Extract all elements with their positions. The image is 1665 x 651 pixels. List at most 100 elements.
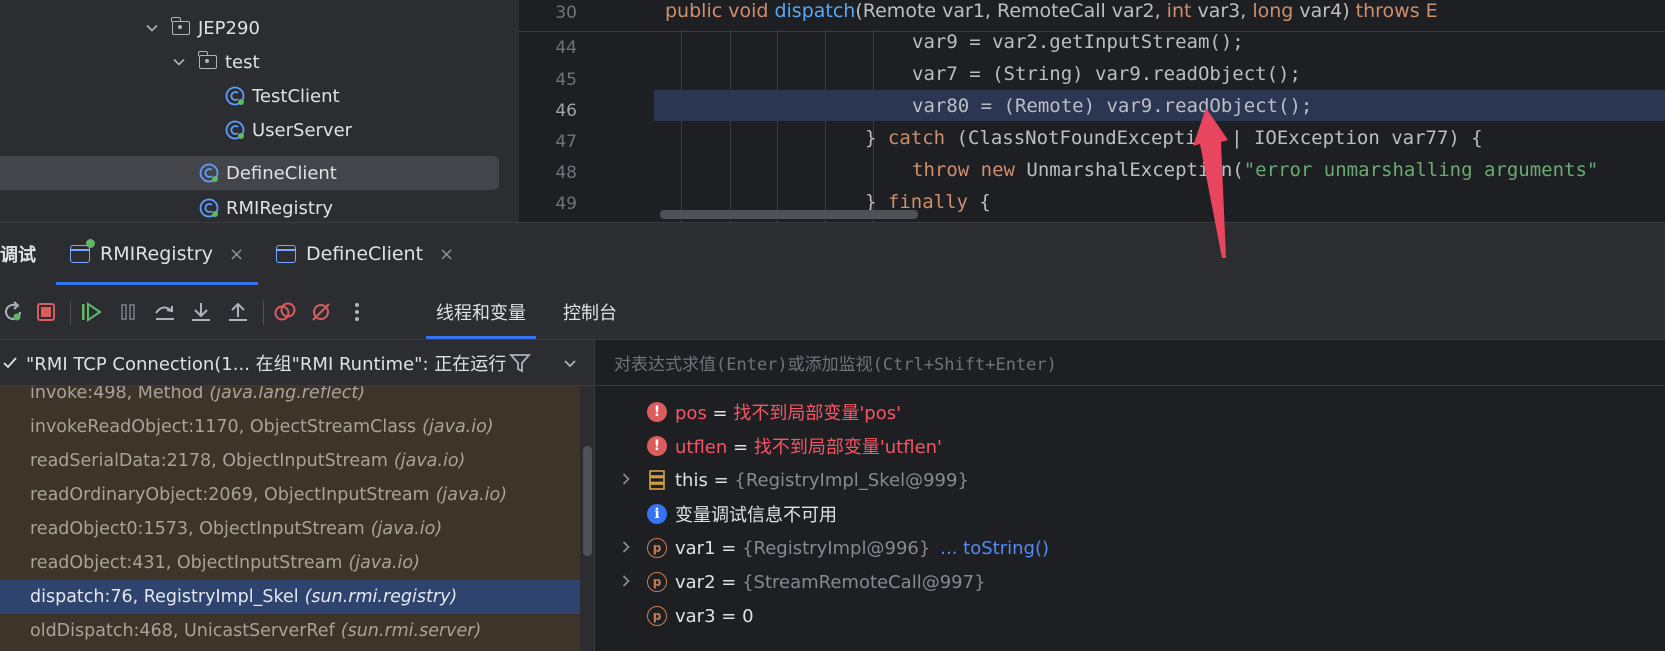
stop-icon[interactable] (33, 299, 59, 325)
line-number: 49 (555, 194, 577, 214)
tree-item-jep290[interactable]: JEP290 (144, 12, 260, 44)
variable-name: var3 (675, 605, 716, 627)
variable-value: {StreamRemoteCall@997} (742, 571, 986, 593)
line-number-gutter: 30 44 45 46 47 48 49 (519, 0, 654, 222)
java-class-icon (198, 197, 220, 219)
variable-equals: = (727, 437, 754, 458)
parameter-icon: p (647, 538, 667, 558)
tab-threads-variables[interactable]: 线程和变量 (426, 285, 536, 339)
chevron-down-icon[interactable] (562, 355, 578, 376)
thread-selector[interactable]: "RMI TCP Connection(1... 在组"RMI Runtime"… (0, 340, 594, 386)
line-number: 44 (555, 38, 577, 58)
horizontal-scrollbar[interactable] (660, 210, 918, 219)
tree-item-label: DefineClient (226, 162, 337, 184)
stack-frame[interactable]: readObject0:1573, ObjectInputStream (java… (0, 512, 580, 546)
code-token: (Remote var1, RemoteCall var2, (855, 0, 1167, 22)
stack-frame-list[interactable]: invoke:498, Method (java.lang.reflect) in… (0, 386, 580, 651)
close-icon[interactable]: × (439, 244, 454, 265)
tree-item-rmiregistry[interactable]: RMIRegistry (198, 192, 333, 222)
info-icon: i (647, 504, 667, 524)
checkmark-icon (2, 355, 18, 371)
chevron-down-icon[interactable] (144, 20, 160, 36)
more-options-icon[interactable] (344, 299, 370, 325)
code-line[interactable]: var7 = (String) var9.readObject(); (654, 58, 1665, 90)
code-token: var4) (1299, 0, 1356, 22)
stack-frame[interactable]: readObject:431, ObjectInputStream (java.i… (0, 546, 580, 580)
variable-name: this (675, 469, 708, 491)
tostring-link[interactable]: ... toString() (940, 538, 1049, 559)
chevron-down-icon[interactable] (171, 54, 187, 70)
frame-package: (java.io) (422, 417, 494, 437)
variable-name: pos (675, 403, 707, 424)
stack-frame[interactable]: oldDispatch:468, UnicastServerRef (sun.rm… (0, 614, 580, 648)
code-editor[interactable]: 30 44 45 46 47 48 49 public void dispatc… (519, 0, 1665, 222)
stack-frame[interactable]: readOrdinaryObject:2069, ObjectInputStre… (0, 478, 580, 512)
code-token: "error unmarshalling arguments" (1243, 159, 1599, 181)
stack-frame[interactable]: invoke:498, Method (java.lang.reflect) (0, 386, 580, 410)
view-breakpoints-icon[interactable] (272, 299, 298, 325)
tree-item-userserver[interactable]: UserServer (224, 114, 352, 146)
code-line[interactable]: var9 = var2.getInputStream(); (654, 26, 1665, 58)
frame-package: (java.io) (435, 485, 508, 505)
tab-label: DefineClient (306, 243, 424, 265)
package-folder-icon (197, 51, 219, 73)
code-line[interactable]: } catch (ClassNotFoundException | IOExce… (654, 122, 1665, 154)
code-token: var80 = (Remote) var9.readObject(); (912, 94, 1313, 117)
frame-method: readObject:431, ObjectInputStream (30, 553, 343, 573)
sticky-code-line[interactable]: public void dispatch (Remote var1, Remote… (654, 0, 1665, 26)
tab-label: RMIRegistry (100, 243, 213, 265)
parameter-icon: p (647, 606, 667, 626)
frame-package: (java.io) (370, 519, 443, 539)
debug-tab-bar: 调试 RMIRegistry × DefineClient × (0, 222, 1665, 285)
tree-item-label: RMIRegistry (226, 197, 334, 219)
code-token: void (728, 0, 775, 22)
chevron-right-icon[interactable] (619, 572, 633, 593)
variable-name: utflen (675, 437, 728, 458)
resume-icon[interactable] (78, 299, 104, 325)
variable-value: 找不到局部变量'pos' (733, 403, 902, 424)
info-text: 变量调试信息不可用 (675, 505, 837, 526)
code-token: { (979, 191, 991, 213)
filter-icon[interactable] (509, 352, 531, 379)
code-token: int (1166, 0, 1198, 22)
code-token: UnmarshalException( (1026, 159, 1244, 181)
tab-rmiregistry[interactable]: RMIRegistry × (56, 223, 259, 285)
variable-name: var1 (675, 537, 716, 559)
stack-frame-selected[interactable]: dispatch:76, RegistryImpl_Skel (sun.rmi.r… (0, 580, 580, 614)
frames-vertical-scrollbar[interactable] (583, 446, 592, 556)
stack-frame[interactable]: readSerialData:2178, ObjectInputStream (j… (0, 444, 580, 478)
step-over-icon[interactable] (152, 299, 178, 325)
error-icon: ! (647, 402, 667, 422)
frame-package: (java.io) (348, 553, 420, 573)
step-out-icon[interactable] (225, 299, 251, 325)
variable-value: 找不到局部变量'utflen' (753, 437, 943, 458)
chevron-right-icon[interactable] (619, 538, 633, 559)
rerun-icon[interactable] (0, 299, 26, 325)
code-line-current[interactable]: var80 = (Remote) var9.readObject(); (654, 90, 1665, 121)
stack-frame[interactable]: invokeReadObject:1170, ObjectStreamClass… (0, 410, 580, 444)
variable-equals: = (707, 469, 735, 491)
tree-item-testclient[interactable]: TestClient (224, 80, 340, 112)
tree-item-label: JEP290 (198, 17, 260, 39)
pause-icon[interactable] (115, 299, 141, 325)
error-icon: ! (647, 436, 667, 456)
mute-breakpoints-icon[interactable] (308, 299, 334, 325)
tree-item-defineclient[interactable]: DefineClient (0, 156, 499, 190)
step-into-icon[interactable] (188, 299, 214, 325)
close-icon[interactable]: × (229, 244, 244, 265)
eval-placeholder: 对表达式求值(Enter)或添加监视(Ctrl+Shift+Enter) (614, 355, 1057, 375)
tree-item-label: TestClient (252, 85, 340, 107)
chevron-right-icon[interactable] (619, 470, 633, 491)
code-line[interactable]: throw new UnmarshalException("error unma… (654, 154, 1665, 186)
frame-method: invokeReadObject:1170, ObjectStreamClass (30, 417, 417, 437)
variable-equals: = (706, 403, 734, 424)
frame-method: invoke:498, Method (30, 386, 204, 403)
frame-package: (sun.rmi.registry) (304, 587, 458, 607)
tree-item-test[interactable]: test (171, 46, 260, 78)
variable-value: {RegistryImpl_Skel@999} (734, 469, 969, 491)
tab-console[interactable]: 控制台 (563, 285, 617, 339)
evaluate-expression-input[interactable]: 对表达式求值(Enter)或添加监视(Ctrl+Shift+Enter) (595, 340, 1665, 386)
variable-equals: = (715, 537, 743, 559)
tab-defineclient[interactable]: DefineClient × (262, 223, 468, 285)
variables-panel: 对表达式求值(Enter)或添加监视(Ctrl+Shift+Enter) ! p… (595, 340, 1665, 651)
